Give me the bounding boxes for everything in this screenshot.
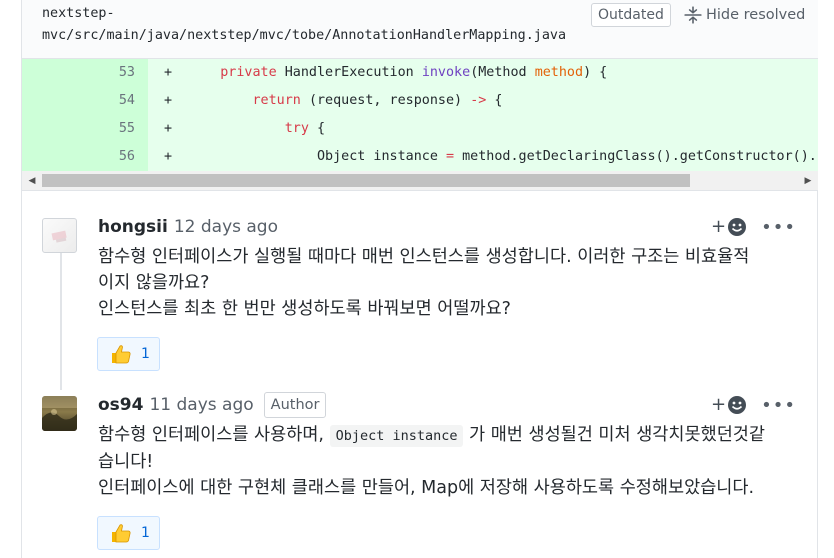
code-token: { [308, 121, 326, 136]
hide-resolved-button[interactable]: Hide resolved [684, 3, 805, 27]
comment-body: 함수형 인터페이스가 실행될 때마다 매번 인스턴스를 생성합니다. 이러한 구… [98, 244, 798, 322]
thumbs-up-reaction[interactable]: 1 [97, 337, 160, 371]
plus-icon: + [711, 394, 727, 415]
diff-sign: + [163, 93, 173, 108]
review-comment: os94 11 days ago Author + ••• 함수형 인터페이스를… [22, 392, 818, 558]
hide-resolved-label: Hide resolved [706, 7, 806, 23]
add-reaction-button[interactable]: + [711, 217, 747, 237]
comment-header: os94 11 days ago Author [98, 392, 327, 418]
code-token: ) { [583, 65, 608, 80]
outdated-badge: Outdated [591, 3, 671, 27]
reaction-count: 1 [141, 525, 150, 541]
reaction-count: 1 [141, 346, 150, 362]
comment-line: 함수형 인터페이스가 실행될 때마다 매번 인스턴스를 생성합니다. 이러한 구… [98, 247, 750, 267]
code-content: try { [188, 115, 325, 143]
code-diff: 53 + private HandlerExecution invoke(Meth… [22, 59, 818, 171]
comment-author[interactable]: hongsii [98, 217, 168, 237]
code-token: HandlerExecution [284, 65, 422, 80]
diff-line[interactable]: 54 + return (request, response) -> { [22, 87, 818, 115]
code-token: method.getDeclaringClass().getConstructo… [454, 149, 817, 164]
review-comment: hongsii 12 days ago + ••• 함수형 인터페이스가 실행될… [22, 214, 818, 374]
comment-line: 인터페이스에 대한 구현체 클래스를 만들어, Map에 저장해 사용하도록 수… [98, 478, 755, 498]
diff-sign: + [163, 65, 173, 80]
more-options-button[interactable]: ••• [761, 217, 796, 238]
comment-text: 가 매번 생성될건 미처 생각치못했던것같 [463, 425, 765, 445]
diff-line[interactable]: 55 + try { [22, 115, 818, 143]
code-content: private HandlerExecution invoke(Method m… [188, 59, 607, 87]
scroll-right-arrow-icon[interactable]: ▶ [800, 171, 816, 191]
plus-icon: + [711, 216, 727, 237]
code-token: invoke [421, 65, 471, 80]
code-token: (request, response) [308, 93, 471, 108]
smiley-icon [728, 218, 747, 236]
code-token: { [486, 93, 503, 108]
code-token: private [220, 65, 285, 80]
inline-code: Object instance [329, 425, 464, 447]
comment-body: 함수형 인터페이스를 사용하며, Object instance 가 매번 생성… [98, 422, 808, 501]
author-badge: Author [263, 392, 327, 418]
unfold-icon [684, 6, 702, 24]
line-number[interactable]: 56 [22, 143, 148, 171]
code-token: -> [470, 93, 487, 108]
thumbs-up-icon [112, 345, 131, 364]
code-token: = [446, 149, 455, 164]
scroll-thumb[interactable] [42, 174, 690, 187]
comment-text: 함수형 인터페이스를 사용하며, [98, 425, 330, 445]
diff-sign: + [163, 121, 173, 136]
scroll-left-arrow-icon[interactable]: ◀ [24, 171, 40, 191]
thumbs-up-icon [112, 524, 131, 543]
comment-header: hongsii 12 days ago [98, 214, 278, 240]
horizontal-scrollbar[interactable]: ◀ ▶ [22, 171, 818, 191]
comment-line: 함수형 인터페이스를 사용하며, Object instance 가 매번 생성… [98, 422, 808, 449]
code-token: return [252, 93, 309, 108]
avatar-image-icon [42, 396, 77, 431]
line-number[interactable]: 53 [22, 59, 148, 87]
add-reaction-button[interactable]: + [711, 395, 747, 415]
avatar[interactable] [42, 396, 77, 431]
thumbs-up-reaction[interactable]: 1 [97, 516, 160, 550]
comment-line: 이지 않을까요? [98, 273, 210, 293]
comment-timestamp[interactable]: 12 days ago [174, 217, 278, 237]
diff-line[interactable]: 53 + private HandlerExecution invoke(Meth… [22, 59, 818, 87]
avatar-image-icon [51, 230, 67, 243]
kebab-horizontal-icon: ••• [761, 216, 796, 238]
comment-actions: + ••• [711, 392, 796, 418]
comment-timestamp[interactable]: 11 days ago [149, 395, 253, 415]
code-token: method [534, 65, 584, 80]
kebab-horizontal-icon: ••• [761, 394, 796, 416]
diff-sign: + [163, 149, 173, 164]
diff-line[interactable]: 56 + Object instance = method.getDeclarin… [22, 143, 818, 171]
file-header: nextstep-mvc/src/main/java/nextstep/mvc/… [22, 0, 818, 59]
code-content: return (request, response) -> { [188, 87, 503, 115]
comment-line: 인스턴스를 최초 한 번만 생성하도록 바꿔보면 어떨까요? [98, 299, 511, 319]
comment-author[interactable]: os94 [98, 395, 143, 415]
line-number[interactable]: 55 [22, 115, 148, 143]
line-number[interactable]: 54 [22, 87, 148, 115]
avatar[interactable] [42, 218, 77, 253]
file-path[interactable]: nextstep-mvc/src/main/java/nextstep/mvc/… [42, 3, 582, 47]
more-options-button[interactable]: ••• [761, 395, 796, 416]
code-token: try [284, 121, 309, 136]
comment-line: 습니다! [98, 452, 154, 472]
code-content: Object instance = method.getDeclaringCla… [188, 143, 817, 171]
comment-actions: + ••• [711, 214, 796, 240]
code-token: Object instance [317, 149, 446, 164]
code-token: (Method [470, 65, 535, 80]
smiley-icon [728, 396, 747, 414]
